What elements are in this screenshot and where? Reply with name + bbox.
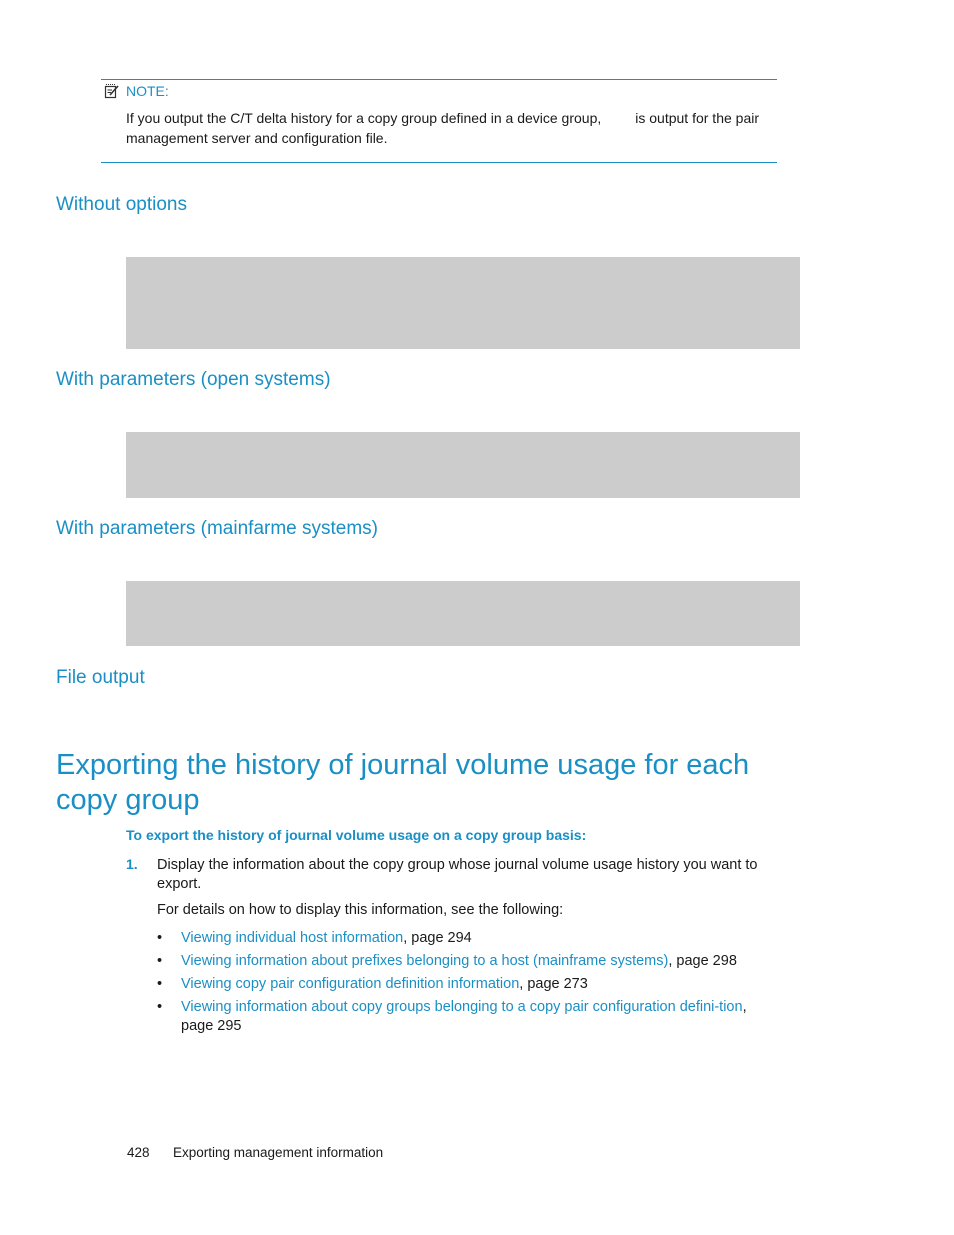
- page-ref: , page 298: [668, 953, 737, 969]
- page-number: 428: [127, 1145, 150, 1160]
- page-ref: , page 273: [519, 976, 588, 992]
- list-item: • Viewing information about prefixes bel…: [157, 952, 777, 971]
- bullet-icon: •: [157, 930, 163, 946]
- heading-mainframe-systems: With parameters (mainfarme systems): [56, 518, 379, 539]
- link-prefixes-host[interactable]: Viewing information about prefixes belon…: [181, 953, 668, 969]
- note-label: NOTE:: [126, 83, 169, 99]
- bullet-icon: •: [157, 999, 163, 1015]
- heading-open-systems: With parameters (open systems): [56, 369, 331, 390]
- page-ref: , page 294: [403, 930, 472, 946]
- bullet-icon: •: [157, 953, 163, 969]
- list-item: • Viewing copy pair configuration defini…: [157, 975, 777, 994]
- heading-without-options: Without options: [56, 194, 187, 215]
- heading-file-output: File output: [56, 667, 145, 688]
- code-block-without-options: [126, 257, 800, 349]
- code-block-open-systems: [126, 432, 800, 498]
- step-subtext: For details on how to display this infor…: [157, 902, 564, 918]
- chapter-title: Exporting management information: [173, 1145, 384, 1160]
- reference-list: • Viewing individual host information, p…: [157, 929, 777, 1040]
- section-title: Exporting the history of journal volume …: [56, 749, 750, 816]
- note-pencil-icon: [104, 84, 119, 99]
- note-header: NOTE:: [104, 83, 169, 99]
- bullet-icon: •: [157, 976, 163, 992]
- link-individual-host[interactable]: Viewing individual host information: [181, 930, 403, 946]
- step-text: Display the information about the copy g…: [157, 857, 758, 892]
- link-copy-pair-config[interactable]: Viewing copy pair configuration definiti…: [181, 976, 519, 992]
- code-block-mainframe-systems: [126, 581, 800, 646]
- note-box: NOTE: If you output the C/T delta histor…: [101, 79, 777, 163]
- procedure-title: To export the history of journal volume …: [126, 827, 587, 843]
- list-item: • Viewing information about copy groups …: [157, 998, 777, 1036]
- link-copy-groups[interactable]: Viewing information about copy groups be…: [181, 999, 743, 1015]
- note-text: If you output the C/T delta history for …: [126, 108, 776, 148]
- list-item: • Viewing individual host information, p…: [157, 929, 777, 948]
- note-text-part1: If you output the C/T delta history for …: [126, 110, 602, 126]
- step-number: 1.: [126, 856, 138, 872]
- page-footer: 428 Exporting management information: [127, 1145, 383, 1160]
